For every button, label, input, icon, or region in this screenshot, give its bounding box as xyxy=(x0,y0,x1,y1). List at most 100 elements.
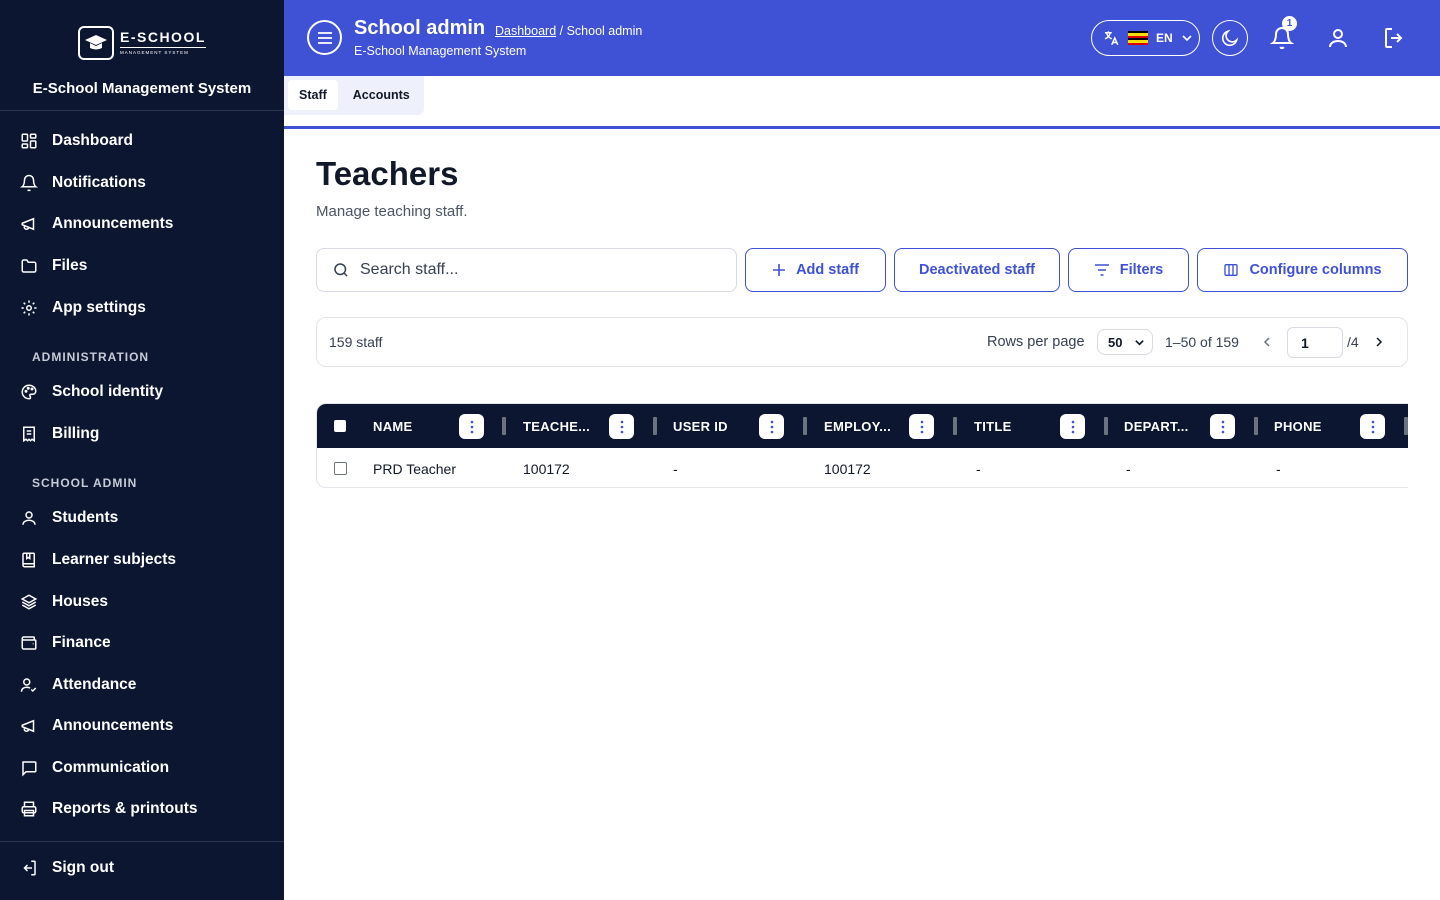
search-field[interactable] xyxy=(316,248,737,292)
sidebar-item-finance[interactable]: Finance xyxy=(20,631,111,655)
sidebar-item-announcements-school[interactable]: Announcements xyxy=(20,714,173,738)
search-input[interactable] xyxy=(360,261,700,279)
tab-underline xyxy=(284,126,1440,129)
column-resize-handle[interactable] xyxy=(1404,417,1408,435)
column-resize-handle[interactable] xyxy=(653,417,657,435)
column-menu-button[interactable] xyxy=(1210,414,1235,439)
sign-out-label: Sign out xyxy=(52,859,114,876)
sidebar-item-label: Attendance xyxy=(52,676,137,693)
column-header-teacher[interactable]: TEACHE... xyxy=(523,419,590,434)
sidebar-item-label: Billing xyxy=(52,425,100,442)
tab-bar: Staff Accounts xyxy=(284,76,424,115)
theme-toggle-button[interactable] xyxy=(1212,20,1248,56)
prev-page-button[interactable] xyxy=(1261,335,1273,353)
sidebar-item-announcements[interactable]: Announcements xyxy=(20,212,173,236)
columns-icon xyxy=(1224,264,1239,276)
chevron-down-icon xyxy=(1182,35,1192,42)
layers-icon xyxy=(20,594,38,610)
sidebar-item-app-settings[interactable]: App settings xyxy=(20,296,146,320)
sidebar-item-label: Learner subjects xyxy=(52,551,177,568)
sidebar-item-communication[interactable]: Communication xyxy=(20,756,169,780)
column-menu-button[interactable] xyxy=(609,414,634,439)
sign-out-button[interactable]: Sign out xyxy=(20,856,114,880)
configure-columns-button[interactable]: Configure columns xyxy=(1197,248,1408,292)
chevron-right-icon xyxy=(1376,337,1383,347)
column-header-name[interactable]: NAME xyxy=(373,419,412,434)
cell-department: - xyxy=(1126,461,1131,477)
profile-button[interactable] xyxy=(1324,24,1352,52)
filters-button[interactable]: Filters xyxy=(1068,248,1189,292)
configure-columns-label: Configure columns xyxy=(1249,262,1382,278)
sidebar-item-files[interactable]: Files xyxy=(20,254,87,278)
logout-button[interactable] xyxy=(1380,24,1408,52)
bell-icon xyxy=(20,174,38,192)
select-all-checkbox[interactable] xyxy=(334,420,346,432)
page-total: /4 xyxy=(1347,334,1359,350)
logo-sub-text: MANAGEMENT SYSTEM xyxy=(120,50,189,56)
kebab-icon xyxy=(1221,420,1224,433)
breadcrumb-current: / School admin xyxy=(556,24,643,38)
megaphone-icon xyxy=(21,217,35,231)
sidebar-item-school-identity[interactable]: School identity xyxy=(20,380,163,404)
cell-name: PRD Teacher xyxy=(373,461,457,477)
column-resize-handle[interactable] xyxy=(1254,417,1258,435)
rows-per-page-select[interactable]: 50 xyxy=(1097,329,1153,355)
column-resize-handle[interactable] xyxy=(1104,417,1108,435)
sidebar-item-reports[interactable]: Reports & printouts xyxy=(20,797,198,821)
sign-out-icon xyxy=(23,860,36,876)
dashboard-icon xyxy=(21,133,37,149)
sidebar-item-label: App settings xyxy=(52,299,146,316)
sidebar-divider xyxy=(0,110,284,111)
deactivated-staff-button[interactable]: Deactivated staff xyxy=(894,248,1060,292)
column-header-department[interactable]: DEPART... xyxy=(1124,419,1189,434)
page-subtitle: Manage teaching staff. xyxy=(316,203,468,220)
tab-staff[interactable]: Staff xyxy=(288,80,338,110)
column-resize-handle[interactable] xyxy=(803,417,807,435)
breadcrumb: Dashboard / School admin xyxy=(495,24,642,38)
column-header-title[interactable]: TITLE xyxy=(974,419,1012,434)
add-staff-button[interactable]: Add staff xyxy=(745,248,886,292)
tab-accounts[interactable]: Accounts xyxy=(342,80,421,110)
moon-icon xyxy=(1221,29,1239,47)
column-header-employee[interactable]: EMPLOY... xyxy=(824,419,891,434)
sidebar-item-label: Announcements xyxy=(52,717,174,734)
table-row[interactable]: PRD Teacher 100172 - 100172 - - - xyxy=(317,448,1408,487)
column-header-phone[interactable]: PHONE xyxy=(1274,419,1322,434)
sidebar-item-houses[interactable]: Houses xyxy=(20,590,108,614)
sidebar-item-notifications[interactable]: Notifications xyxy=(20,171,146,195)
column-menu-button[interactable] xyxy=(1360,414,1385,439)
section-school-admin: SCHOOL ADMIN xyxy=(32,476,138,490)
sidebar-item-learner-subjects[interactable]: Learner subjects xyxy=(20,548,176,572)
column-resize-handle[interactable] xyxy=(953,417,957,435)
column-resize-handle[interactable] xyxy=(502,417,506,435)
notifications-button[interactable]: 1 xyxy=(1268,16,1297,52)
filters-label: Filters xyxy=(1119,262,1164,278)
breadcrumb-dashboard-link[interactable]: Dashboard xyxy=(495,24,556,38)
menu-toggle-button[interactable] xyxy=(307,20,342,55)
sidebar-item-dashboard[interactable]: Dashboard xyxy=(20,129,133,153)
column-menu-button[interactable] xyxy=(459,414,484,439)
book-icon xyxy=(22,552,35,568)
page-title: Teachers xyxy=(316,155,459,192)
language-selector[interactable]: EN xyxy=(1091,20,1200,56)
cell-title: - xyxy=(976,461,981,477)
next-page-button[interactable] xyxy=(1373,335,1385,353)
page-number-value: 1 xyxy=(1301,334,1309,351)
sidebar-item-students[interactable]: Students xyxy=(20,506,118,530)
column-menu-button[interactable] xyxy=(909,414,934,439)
sidebar-item-attendance[interactable]: Attendance xyxy=(20,673,136,697)
table-header: NAME TEACHE... USER ID EMPLOY... TITLE D… xyxy=(317,404,1408,448)
language-code: EN xyxy=(1156,31,1173,45)
column-menu-button[interactable] xyxy=(759,414,784,439)
sidebar-item-billing[interactable]: Billing xyxy=(20,422,99,446)
wallet-icon xyxy=(21,636,37,650)
row-checkbox[interactable] xyxy=(334,462,347,475)
sidebar-item-label: Communication xyxy=(52,759,170,776)
hamburger-icon xyxy=(317,31,332,44)
kebab-icon xyxy=(770,420,773,433)
staff-table: NAME TEACHE... USER ID EMPLOY... TITLE D… xyxy=(316,403,1408,488)
page-number-input[interactable]: 1 xyxy=(1287,327,1343,358)
column-header-user-id[interactable]: USER ID xyxy=(673,419,728,434)
kebab-icon xyxy=(470,420,473,433)
column-menu-button[interactable] xyxy=(1060,414,1085,439)
